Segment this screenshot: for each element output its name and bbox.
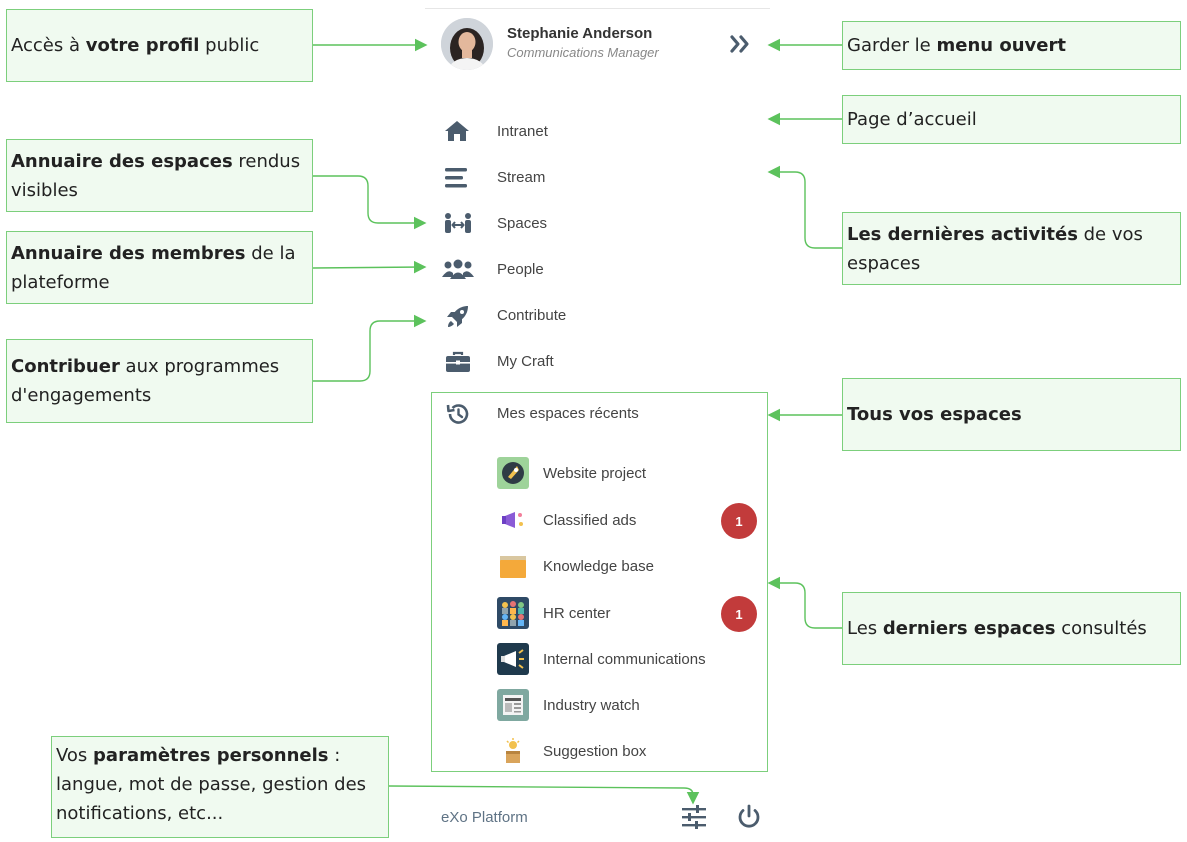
arrow-spaces: [313, 175, 427, 230]
arrow-settings: [388, 785, 700, 805]
arrow-members: [312, 260, 427, 274]
arrow-contribute: [313, 314, 427, 382]
arrow-activities: [767, 165, 842, 249]
annotation-connectors: [312, 38, 842, 805]
arrow-last-spaces: [767, 576, 842, 629]
